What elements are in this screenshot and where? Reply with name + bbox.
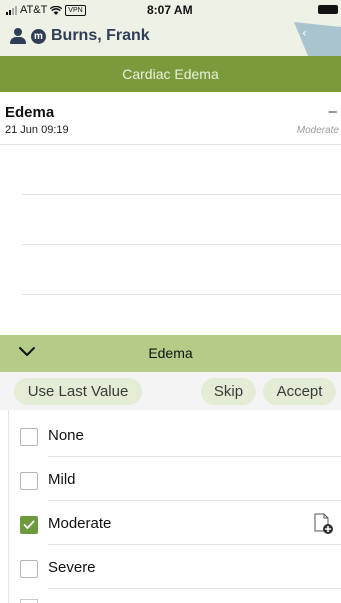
divider xyxy=(22,294,341,295)
checkbox-checked[interactable] xyxy=(20,516,38,534)
option-label: Severe xyxy=(48,559,96,576)
checkbox[interactable] xyxy=(20,560,38,578)
record-value: Moderate xyxy=(296,125,339,136)
chevron-left-icon: ‹ xyxy=(302,26,307,40)
header-area: AT&T VPN 8:07 AM m Burns, Frank ‹ xyxy=(0,0,341,56)
skip-button[interactable]: Skip xyxy=(201,378,256,405)
document-add-icon[interactable] xyxy=(313,513,335,535)
checkbox[interactable] xyxy=(20,472,38,490)
option-list: None Mild Moderate Severe xyxy=(0,410,341,603)
action-bar: Use Last Value Skip Accept xyxy=(0,372,341,410)
accept-button[interactable]: Accept xyxy=(263,378,336,405)
checkbox[interactable] xyxy=(20,599,38,603)
patient-badge: m xyxy=(31,28,46,44)
panel-header: Edema xyxy=(0,335,341,372)
patient-header[interactable]: m Burns, Frank xyxy=(10,27,150,45)
option-label: Mild xyxy=(48,471,76,488)
record-trend: – xyxy=(328,103,337,120)
check-icon xyxy=(23,520,35,529)
divider xyxy=(8,410,9,603)
patient-name: Burns, Frank xyxy=(51,27,150,44)
panel-title: Edema xyxy=(148,345,193,361)
option-label: Moderate xyxy=(48,515,112,532)
wifi-icon xyxy=(50,5,63,15)
record-date: 21 Jun 09:19 xyxy=(5,124,69,136)
divider xyxy=(22,244,341,245)
option-none[interactable]: None xyxy=(0,413,341,457)
status-bar: AT&T VPN 8:07 AM xyxy=(0,0,341,20)
divider xyxy=(22,194,341,195)
back-tab-button[interactable]: ‹ xyxy=(294,22,341,56)
vpn-badge: VPN xyxy=(65,4,86,16)
option-moderate[interactable]: Moderate xyxy=(0,501,341,545)
use-last-value-button[interactable]: Use Last Value xyxy=(14,378,142,405)
option-label: None xyxy=(48,427,84,444)
status-time: 8:07 AM xyxy=(147,3,193,17)
battery-icon xyxy=(318,5,338,14)
checkbox[interactable] xyxy=(20,428,38,446)
carrier-group: AT&T VPN xyxy=(6,4,86,16)
option-severe[interactable]: Severe xyxy=(0,545,341,589)
person-icon xyxy=(10,28,26,44)
page-title: Cardiac Edema xyxy=(0,56,341,92)
option-mild[interactable]: Mild xyxy=(0,457,341,501)
carrier-label: AT&T xyxy=(20,4,48,16)
signal-icon xyxy=(6,5,17,15)
record-name: Edema xyxy=(5,104,55,121)
list-item[interactable]: Edema 21 Jun 09:19 – Moderate xyxy=(0,92,341,145)
